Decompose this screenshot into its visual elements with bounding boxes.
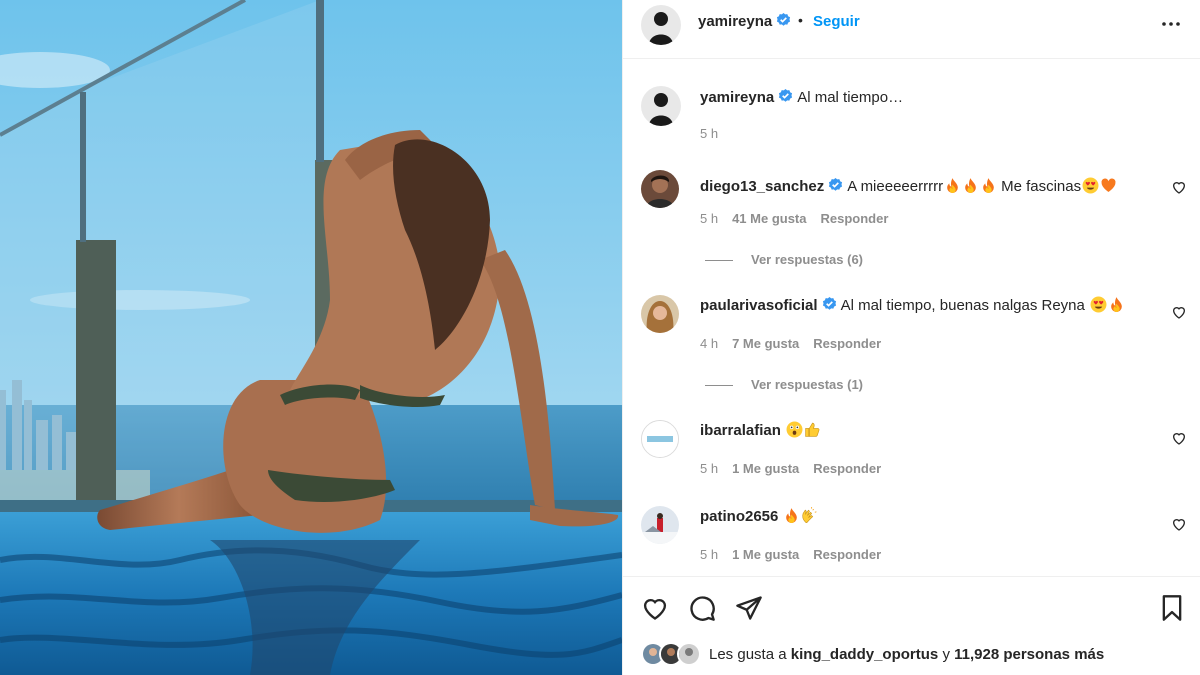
comment-likes[interactable]: 41 Me gusta [732, 211, 806, 226]
comments-list[interactable]: yamireyna Al mal tiempo… 5 h diego13_sanc… [623, 60, 1200, 576]
comment-time[interactable]: 5 h [700, 461, 718, 476]
view-replies-label[interactable]: Ver respuestas (6) [751, 252, 863, 267]
liker-avatar [677, 642, 701, 666]
clap-emoji-icon [802, 507, 817, 523]
comment-time[interactable]: 5 h [700, 211, 718, 226]
verified-badge-icon [822, 297, 836, 310]
post-caption: yamireyna Al mal tiempo… 5 h [623, 82, 1200, 152]
comment-text: Al mal tiempo, buenas nalgas Reyna [840, 297, 1085, 314]
verified-badge-icon [777, 13, 791, 26]
comment-item: diego13_sanchez A mieeeeerrrrr Me fascinas… [623, 166, 1200, 276]
like-comment-icon[interactable] [1171, 430, 1187, 446]
post-actions: Les gusta a king_daddy_oportus y 11,928 … [623, 576, 1200, 675]
likes-count[interactable]: 11,928 personas más [954, 646, 1104, 663]
caption-body: yamireyna Al mal tiempo… [700, 89, 903, 106]
caption-text: Al mal tiempo… [797, 89, 904, 106]
likes-prefix: Les gusta a [709, 645, 787, 663]
post-photo-illustration [0, 0, 622, 675]
comment-time[interactable]: 5 h [700, 547, 718, 562]
comment-text-2: Me fascinas [1001, 178, 1082, 195]
likes-middle: y [942, 645, 950, 663]
view-replies-button[interactable]: Ver respuestas (1) [705, 377, 863, 392]
comment-likes[interactable]: 1 Me gusta [732, 461, 799, 476]
author-avatar[interactable] [641, 5, 681, 45]
like-comment-icon[interactable] [1171, 516, 1187, 532]
share-icon[interactable] [735, 594, 763, 622]
commenter-avatar[interactable] [641, 170, 679, 208]
likes-user[interactable]: king_daddy_oportus [791, 646, 939, 663]
comment-icon[interactable] [688, 594, 716, 622]
comment-username[interactable]: patino2656 [700, 508, 778, 525]
commenter-avatar[interactable] [641, 295, 679, 333]
orange-heart-emoji-icon [1101, 178, 1116, 192]
comment-text: A mieeeeerrrrr [847, 178, 944, 195]
like-comment-icon[interactable] [1171, 304, 1187, 320]
astonished-emoji-icon [786, 421, 803, 438]
view-replies-button[interactable]: Ver respuestas (6) [705, 252, 863, 267]
caption-username[interactable]: yamireyna [700, 89, 774, 106]
post-image[interactable] [0, 0, 622, 675]
thumbs-up-emoji-icon [804, 422, 819, 437]
reply-button[interactable]: Responder [813, 336, 881, 351]
fire-emoji-icon [786, 508, 797, 523]
likes-summary[interactable]: Les gusta a king_daddy_oportus y 11,928 … [641, 641, 1104, 667]
post-side-panel: yamireyna • Seguir yamireyna Al mal tiemp… [622, 0, 1200, 675]
reply-button[interactable]: Responder [813, 547, 881, 562]
comment-body: diego13_sanchez A mieeeeerrrrr Me fascinas [700, 177, 1117, 195]
author-username[interactable]: yamireyna [698, 13, 791, 30]
comment-time[interactable]: 4 h [700, 336, 718, 351]
verified-badge-icon [779, 89, 793, 102]
heart-eyes-emoji-icon [1082, 177, 1099, 194]
verified-badge-icon [829, 178, 843, 191]
comment-meta: 5 h 1 Me gusta Responder [700, 461, 895, 476]
comment-body: paularivasoficial Al mal tiempo, buenas n… [700, 296, 1125, 314]
comment-likes[interactable]: 1 Me gusta [732, 547, 799, 562]
view-replies-label[interactable]: Ver respuestas (1) [751, 377, 863, 392]
save-icon[interactable] [1158, 594, 1186, 622]
like-comment-icon[interactable] [1171, 179, 1187, 195]
more-options-icon[interactable] [1159, 12, 1183, 36]
comment-meta: 4 h 7 Me gusta Responder [700, 336, 895, 351]
commenter-avatar[interactable] [641, 506, 679, 544]
author-username-text[interactable]: yamireyna [698, 13, 772, 30]
comment-body: ibarralafian [700, 421, 821, 439]
caption-avatar[interactable] [641, 86, 681, 126]
fire-emoji-icon [982, 178, 994, 193]
replies-divider [705, 385, 733, 387]
commenter-avatar[interactable] [641, 420, 679, 458]
heart-eyes-emoji-icon [1090, 296, 1107, 313]
caption-time[interactable]: 5 h [700, 126, 718, 141]
fire-emoji-icon [946, 178, 958, 193]
fire-emoji-icon [964, 178, 976, 193]
comment-likes[interactable]: 7 Me gusta [732, 336, 799, 351]
reply-button[interactable]: Responder [821, 211, 889, 226]
reply-button[interactable]: Responder [813, 461, 881, 476]
comment-username[interactable]: paularivasoficial [700, 297, 818, 314]
header-separator: • [798, 12, 803, 28]
post-header: yamireyna • Seguir [623, 0, 1200, 59]
follow-button[interactable]: Seguir [813, 13, 860, 30]
replies-divider [705, 260, 733, 262]
caption-meta: 5 h [700, 126, 732, 141]
comment-item: paularivasoficial Al mal tiempo, buenas n… [623, 292, 1200, 402]
likers-avatar-stack [641, 642, 703, 666]
comment-item: patino2656 5 h 1 Me gusta Responder [623, 504, 1200, 574]
comment-username[interactable]: diego13_sanchez [700, 178, 824, 195]
comment-meta: 5 h 41 Me gusta Responder [700, 211, 902, 226]
comment-body: patino2656 [700, 507, 819, 525]
heart-icon[interactable] [641, 594, 669, 622]
fire-emoji-icon [1110, 297, 1122, 312]
comment-meta: 5 h 1 Me gusta Responder [700, 547, 895, 562]
comment-item: ibarralafian 5 h 1 Me gusta Responder [623, 418, 1200, 488]
comment-username[interactable]: ibarralafian [700, 422, 781, 439]
